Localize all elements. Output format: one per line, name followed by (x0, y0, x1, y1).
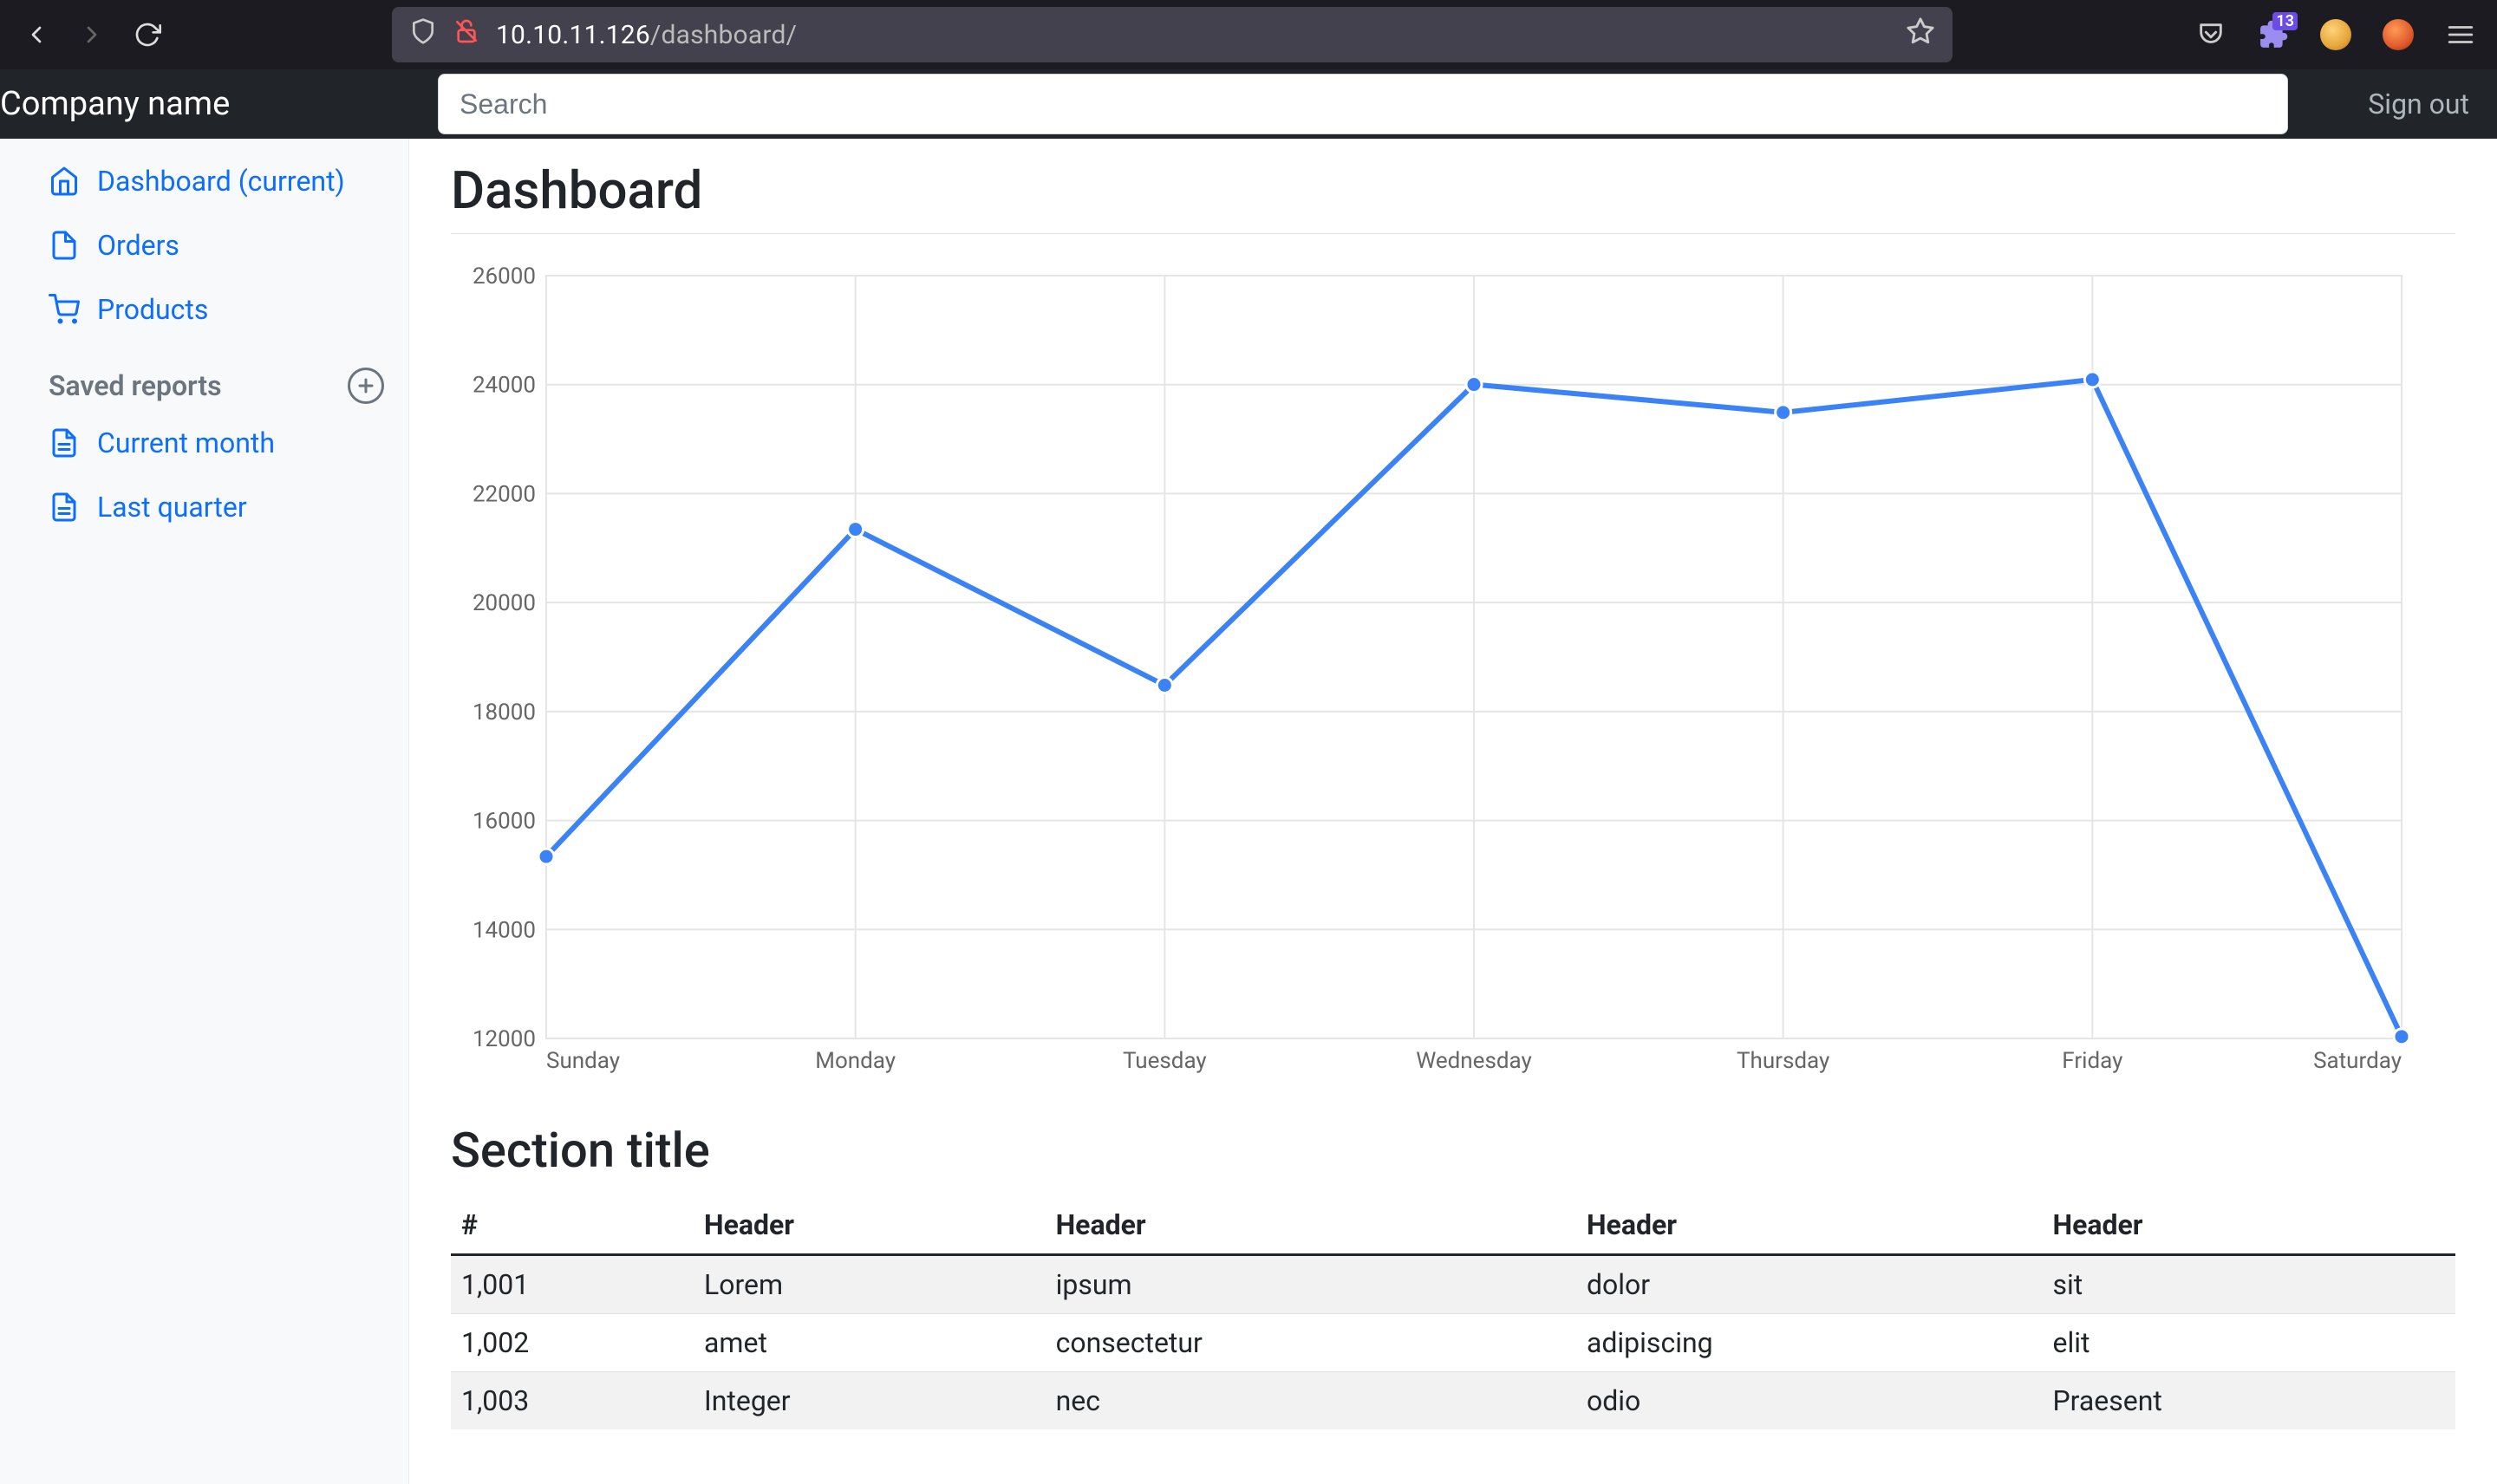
table-cell: nec (1046, 1372, 1576, 1430)
svg-text:Thursday: Thursday (1737, 1048, 1829, 1074)
app-navbar: Company name Sign out (0, 69, 2497, 139)
sidebar-item-orders[interactable]: Orders (0, 213, 408, 277)
sidebar: Dashboard (current) Orders Products Save… (0, 139, 409, 1484)
svg-text:Sunday: Sunday (546, 1048, 620, 1074)
url-host: 10.10.11.126/dashboard/ (496, 20, 797, 50)
extension-icon-2[interactable] (2383, 19, 2414, 50)
svg-text:Wednesday: Wednesday (1416, 1048, 1532, 1074)
home-icon (49, 166, 80, 197)
browser-menu-icon[interactable] (2445, 19, 2476, 50)
table-cell: elit (2042, 1314, 2455, 1372)
table-cell: dolor (1576, 1255, 2043, 1314)
table-cell: 1,002 (451, 1314, 694, 1372)
table-cell: ipsum (1046, 1255, 1576, 1314)
table-cell: amet (694, 1314, 1046, 1372)
table-cell: 1,003 (451, 1372, 694, 1430)
file-text-icon (49, 427, 80, 459)
svg-text:26000: 26000 (473, 264, 536, 290)
table-cell: consectetur (1046, 1314, 1576, 1372)
main-content: Dashboard 12000 14000 16000 18000 20000 22000… (409, 139, 2497, 1484)
table-header: Header (1576, 1196, 2043, 1255)
browser-chrome: 10.10.11.126/dashboard/ 13 (0, 0, 2497, 69)
line-chart: 12000 14000 16000 18000 20000 22000 24000 26000… (451, 258, 2455, 1090)
lock-insecure-icon (453, 17, 480, 52)
svg-text:18000: 18000 (473, 700, 536, 726)
svg-text:Tuesday: Tuesday (1123, 1048, 1207, 1074)
table-header: # (451, 1196, 694, 1255)
table-cell: Praesent (2042, 1372, 2455, 1430)
sidebar-report-last-quarter[interactable]: Last quarter (0, 475, 408, 539)
sidebar-report-current-month[interactable]: Current month (0, 411, 408, 475)
sidebar-item-label: Orders (97, 229, 179, 262)
file-text-icon (49, 491, 80, 523)
browser-reload-button[interactable] (132, 19, 163, 50)
sidebar-reports-heading: Saved reports (0, 342, 408, 411)
add-report-button[interactable] (348, 368, 384, 404)
section-title: Section title (451, 1122, 2455, 1179)
extension-badge: 13 (2272, 12, 2298, 30)
file-icon (49, 230, 80, 261)
browser-back-button[interactable] (21, 19, 52, 50)
table-cell: Integer (694, 1372, 1046, 1430)
table-cell: odio (1576, 1372, 2043, 1430)
bookmark-star-icon[interactable] (1906, 16, 1935, 53)
extension-puzzle-icon[interactable]: 13 (2258, 19, 2289, 50)
svg-text:22000: 22000 (473, 481, 536, 507)
sidebar-item-label: Last quarter (97, 491, 247, 524)
table-cell: Lorem (694, 1255, 1046, 1314)
search-input[interactable] (438, 74, 2288, 134)
sidebar-item-products[interactable]: Products (0, 277, 408, 342)
table-row: 1,003IntegernecodioPraesent (451, 1372, 2455, 1430)
svg-text:Saturday: Saturday (2313, 1048, 2402, 1074)
page-title: Dashboard (451, 159, 2455, 234)
svg-text:16000: 16000 (473, 809, 536, 835)
table-cell: sit (2042, 1255, 2455, 1314)
sidebar-item-label: Current month (97, 426, 275, 459)
signout-link[interactable]: Sign out (2340, 88, 2497, 120)
browser-url-bar[interactable]: 10.10.11.126/dashboard/ (392, 7, 1953, 62)
table-header: Header (2042, 1196, 2455, 1255)
svg-text:Friday: Friday (2062, 1048, 2122, 1074)
svg-text:12000: 12000 (473, 1026, 536, 1052)
cart-icon (49, 294, 80, 325)
extension-icon-1[interactable] (2320, 19, 2351, 50)
table-cell: 1,001 (451, 1255, 694, 1314)
brand[interactable]: Company name (0, 85, 438, 123)
table-row: 1,002ametconsecteturadipiscingelit (451, 1314, 2455, 1372)
svg-text:20000: 20000 (473, 590, 536, 616)
svg-text:14000: 14000 (473, 917, 536, 943)
svg-text:Monday: Monday (815, 1048, 896, 1074)
table-header: Header (694, 1196, 1046, 1255)
shield-icon (409, 17, 437, 52)
sidebar-item-label: Products (97, 293, 208, 326)
table-header: Header (1046, 1196, 1576, 1255)
browser-forward-button[interactable] (76, 19, 108, 50)
table-row: 1,001Loremipsumdolorsit (451, 1255, 2455, 1314)
svg-text:24000: 24000 (473, 373, 536, 399)
data-table: #HeaderHeaderHeaderHeader 1,001Loremipsu… (451, 1196, 2455, 1429)
table-cell: adipiscing (1576, 1314, 2043, 1372)
pocket-icon[interactable] (2195, 19, 2226, 50)
sidebar-item-label: Dashboard (current) (97, 165, 345, 198)
sidebar-item-dashboard[interactable]: Dashboard (current) (0, 149, 408, 213)
